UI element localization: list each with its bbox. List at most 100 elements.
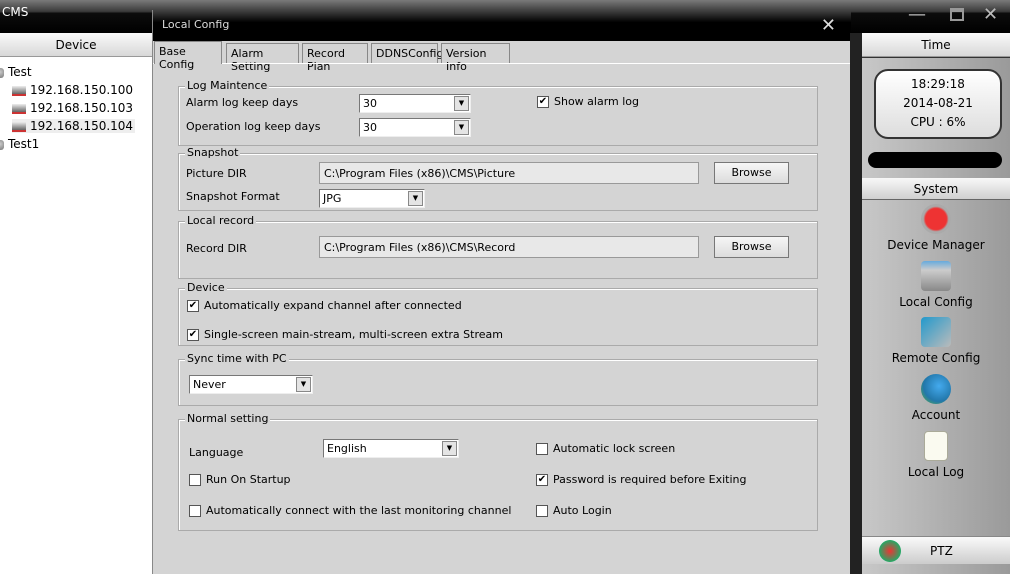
item-label: Local Config [899,295,973,309]
picture-dir-label: Picture DIR [186,167,247,180]
tree-group[interactable]: Test1 [0,137,39,151]
alarm-log-days-select[interactable]: 30 ▼ [359,94,471,113]
cpu-text: CPU : 6% [910,115,966,129]
group-title: Device [185,281,227,294]
device-icon [12,121,26,132]
remote-config-icon [921,317,951,347]
normal-setting-group: Normal setting Language English ▼ Automat… [178,412,818,531]
status-bar [868,152,1002,168]
clock-display: 18:29:18 2014-08-21 CPU : 6% [874,69,1002,139]
auto-login-label: Auto Login [553,504,612,517]
operation-log-label: Operation log keep days [186,120,321,133]
language-select[interactable]: English ▼ [323,439,459,458]
tab-version-info[interactable]: Version Info [441,43,510,73]
alarm-log-label: Alarm log keep days [186,96,299,109]
local-log-button[interactable]: Local Log [862,431,1010,479]
tree-device[interactable]: 192.168.150.100 [12,83,133,97]
select-value: Never [193,378,226,391]
select-value: 30 [363,97,377,110]
language-label: Language [189,446,244,459]
local-log-icon [924,431,948,461]
picture-dir-field[interactable]: C:\Program Files (x86)\CMS\Picture [319,162,699,184]
tree-device[interactable]: 192.168.150.103 [12,101,133,115]
select-value: 30 [363,121,377,134]
operation-log-days-select[interactable]: 30 ▼ [359,118,471,137]
panel-splitter[interactable] [850,33,862,574]
group-title: Local record [185,214,257,227]
time-panel-header: Time [862,33,1010,57]
group-title: Log Maintence [185,79,270,92]
device-manager-icon [921,204,951,234]
chevron-down-icon: ▼ [442,441,457,456]
item-label: Account [911,408,961,422]
tree-label: 192.168.150.103 [30,101,134,115]
stream-checkbox[interactable]: ✔ [187,329,199,341]
record-dir-label: Record DIR [186,242,247,255]
sync-time-select[interactable]: Never ▼ [189,375,313,394]
item-label: Local Log [907,465,965,479]
log-maintenance-group: Log Maintence Alarm log keep days 30 ▼ Op… [178,79,818,146]
ptz-label: PTZ [930,544,953,558]
tree-label: 192.168.150.100 [30,83,134,97]
run-startup-checkbox[interactable] [189,474,201,486]
auto-login-checkbox[interactable] [536,505,548,517]
remote-config-button[interactable]: Remote Config [862,317,1010,365]
stream-label: Single-screen main-stream, multi-screen … [204,328,503,341]
device-group: Device ✔ Automatically expand channel af… [178,281,818,346]
local-record-group: Local record Record DIR C:\Program Files… [178,214,818,279]
tab-ddns-config[interactable]: DDNSConfig [371,43,443,63]
minimize-icon[interactable]: — [908,4,926,25]
run-startup-label: Run On Startup [206,473,291,486]
date-text: 2014-08-21 [903,96,973,110]
auto-expand-checkbox[interactable]: ✔ [187,300,199,312]
device-panel: Device Test 192.168.150.100 192.168.150.… [0,33,152,574]
chevron-down-icon: ▼ [296,377,311,392]
select-value: English [327,442,367,455]
record-browse-button[interactable]: Browse [714,236,789,258]
tree-label: Test [8,65,32,79]
item-label: Remote Config [891,351,981,365]
tree-label: 192.168.150.104 [30,119,134,133]
account-button[interactable]: Account [862,374,1010,422]
system-panel: 18:29:18 2014-08-21 CPU : 6% System Devi… [862,58,1010,574]
tab-base-config[interactable]: Base Config [154,41,222,71]
account-icon [921,374,951,404]
select-value: JPG [323,192,342,205]
password-exit-label: Password is required before Exiting [553,473,747,486]
group-title: Normal setting [185,412,271,425]
show-alarm-log-checkbox[interactable]: ✔ [537,96,549,108]
ptz-button[interactable]: PTZ [862,536,1010,564]
sync-time-group: Sync time with PC Never ▼ [178,352,818,406]
auto-connect-checkbox[interactable] [189,505,201,517]
tab-record-plan[interactable]: Record Plan [302,43,368,73]
chevron-down-icon: ▼ [454,96,469,111]
tree-label: Test1 [8,137,40,151]
snapshot-group: Snapshot Picture DIR C:\Program Files (x… [178,146,818,211]
item-label: Device Manager [887,238,985,252]
ptz-icon [879,540,901,562]
snapshot-format-label: Snapshot Format [186,190,280,203]
group-icon [0,139,4,150]
snapshot-format-select[interactable]: JPG ▼ [319,189,425,208]
tree-group[interactable]: Test [0,65,32,79]
device-panel-header: Device [0,33,152,57]
password-exit-checkbox[interactable]: ✔ [536,474,548,486]
maximize-icon[interactable] [950,8,964,21]
group-title: Snapshot [185,146,241,159]
tab-alarm-setting[interactable]: Alarm Setting [226,43,299,73]
close-icon[interactable]: ✕ [983,4,998,25]
auto-lock-checkbox[interactable] [536,443,548,455]
device-icon [12,103,26,114]
local-config-button[interactable]: Local Config [862,261,1010,309]
device-manager-button[interactable]: Device Manager [862,204,1010,252]
system-header: System [862,178,1010,200]
tab-divider [153,63,851,64]
record-dir-field[interactable]: C:\Program Files (x86)\CMS\Record [319,236,699,258]
tree-device-selected[interactable]: 192.168.150.104 [12,119,136,133]
dialog-close-icon[interactable]: ✕ [821,15,836,36]
auto-connect-label: Automatically connect with the last moni… [206,504,512,517]
dialog-title: Local Config [153,10,851,41]
local-config-icon [921,261,951,291]
picture-browse-button[interactable]: Browse [714,162,789,184]
chevron-down-icon: ▼ [408,191,423,206]
